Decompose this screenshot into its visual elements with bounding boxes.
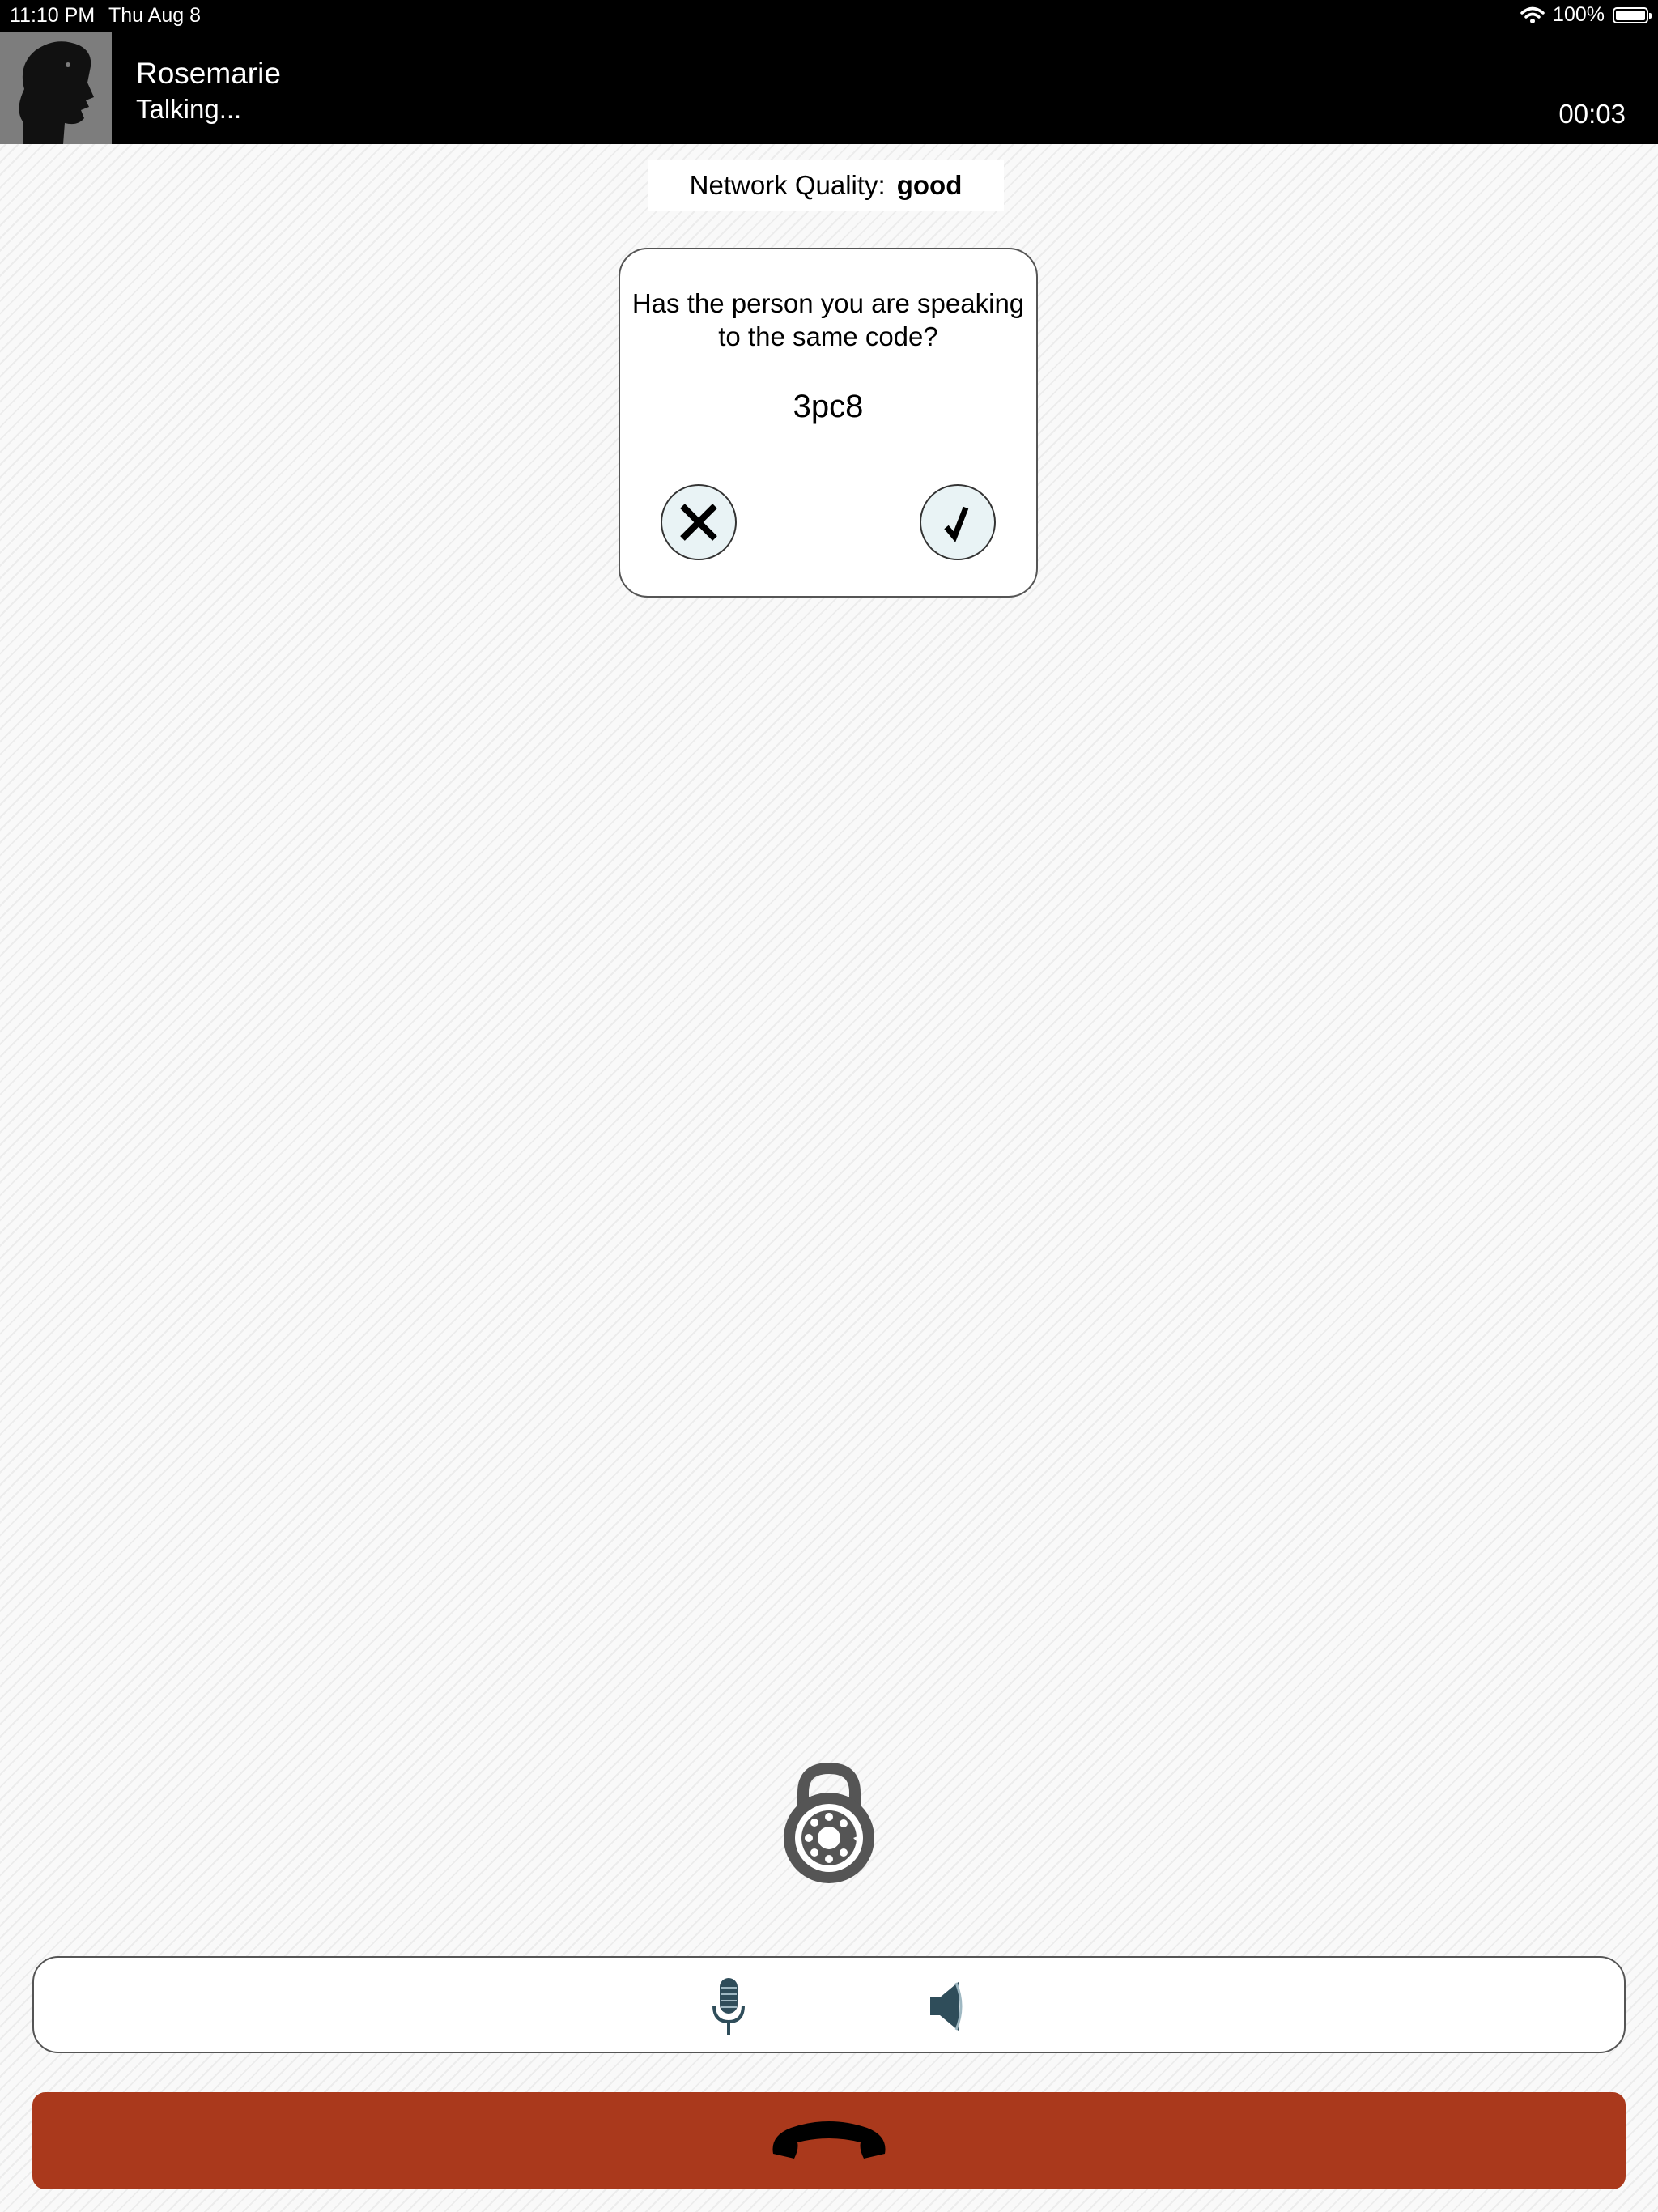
verification-question: Has the person you are speaking to the s…	[631, 288, 1025, 351]
hang-up-button[interactable]	[32, 2092, 1626, 2189]
avatar	[0, 32, 112, 144]
wifi-icon	[1520, 6, 1545, 23]
network-quality-label: Network Quality:	[689, 170, 886, 200]
hang-up-phone-icon	[772, 2121, 886, 2159]
network-quality: Network Quality: good	[648, 160, 1004, 211]
status-bar: 11:10 PM Thu Aug 8 100%	[0, 0, 1658, 32]
network-quality-value: good	[896, 170, 963, 200]
microphone-icon	[712, 1978, 745, 2035]
battery-percent: 100%	[1553, 3, 1605, 26]
speaker-icon	[930, 1981, 963, 2031]
reject-code-button[interactable]	[661, 484, 737, 560]
mute-button[interactable]	[696, 1974, 761, 2039]
confirm-code-button[interactable]	[920, 484, 996, 560]
call-controls-bar	[32, 1956, 1626, 2053]
silhouette-avatar-icon	[0, 32, 112, 144]
call-timer: 00:03	[1558, 99, 1626, 129]
battery-level	[1616, 10, 1645, 20]
caller-name: Rosemarie	[136, 57, 281, 90]
x-icon	[680, 504, 717, 541]
checkmark-icon	[944, 506, 969, 542]
speaker-button[interactable]	[915, 1974, 980, 2039]
dial-lock-icon	[784, 1762, 874, 1883]
code-verification-dialog: Has the person you are speaking to the s…	[619, 248, 1038, 598]
status-time: 11:10 PM	[10, 4, 96, 27]
status-indicators: 100%	[1520, 3, 1652, 27]
verification-code: 3pc8	[793, 389, 864, 424]
call-status: Talking...	[136, 94, 242, 124]
call-header: Rosemarie Talking... 00:03	[0, 32, 1658, 144]
battery-icon	[1613, 6, 1652, 23]
encryption-lock[interactable]	[779, 1762, 879, 1887]
status-date: Thu Aug 8	[108, 4, 201, 27]
